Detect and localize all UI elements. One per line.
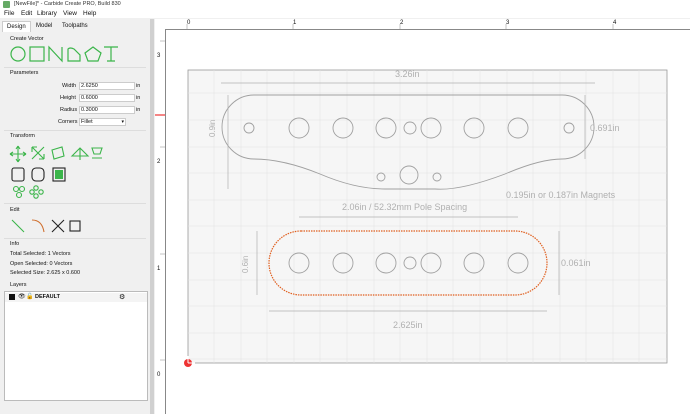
menu-edit[interactable]: Edit [21,10,32,17]
width-field[interactable]: 2.6250 [79,82,135,90]
rotate-icon[interactable] [51,146,65,160]
magnets-note: 0.195in or 0.187in Magnets [506,190,616,200]
width-label: Width [62,83,77,89]
create-vector-toolbar [10,45,118,63]
mirror-icon[interactable] [70,147,90,160]
circle-icon[interactable] [10,46,26,62]
dim-height-left: 0.9in [208,119,217,137]
corners-value: Fillet [81,119,93,125]
total-selected: Total Selected: 1 Vectors [10,251,71,257]
tab-design[interactable]: Design [2,21,31,32]
selected-size: Selected Size: 2.625 x 0.600 [10,270,81,276]
grid-array-icon[interactable] [33,185,39,191]
divider [4,67,146,68]
menu-bar: File Edit Library View Help [0,9,690,18]
join-icon[interactable] [11,219,25,233]
corners-select[interactable]: Fillet ▾ [79,118,126,126]
info-title: Info [10,241,20,247]
layers-title: Layers [10,282,27,288]
dim-right-top: 0.691in [590,123,620,133]
radius-field[interactable]: 0.3000 [79,106,135,114]
radius-unit: in [136,107,141,113]
scale-icon[interactable] [31,146,45,160]
layer-row[interactable]: 👁 🔓 DEFAULT ⚙ [5,293,147,302]
divider [4,203,146,204]
polygon-icon[interactable] [84,46,102,62]
canvas-area[interactable]: 0 1 2 3 4 3 2 1 0 3.26in 0.9in 0.691in 0… [155,19,690,414]
lock-icon[interactable]: 🔓 [26,293,33,300]
radius-label: Radius [60,107,78,113]
divider [4,130,146,131]
title-bar: [NewFile]* - Carbide Create PRO, Build 8… [0,0,690,9]
curve-icon[interactable] [67,47,81,62]
divider [4,238,146,239]
app-icon [3,1,10,8]
align-icon[interactable] [91,147,103,159]
window-title: [NewFile]* - Carbide Create PRO, Build 8… [14,1,121,7]
menu-file[interactable]: File [4,10,14,17]
stock-area [187,69,668,364]
pole-spacing: 2.06in / 52.32mm Pole Spacing [342,202,468,212]
trim-icon[interactable] [31,219,45,233]
layer-color-swatch[interactable] [9,294,15,300]
design-svg[interactable] [155,19,690,414]
cut-icon[interactable] [51,219,65,233]
layers-list: 👁 🔓 DEFAULT ⚙ [4,291,148,401]
circular-array-icon[interactable] [12,185,20,193]
rectangle-icon[interactable] [29,46,45,62]
edit-toolbar [11,219,81,233]
polyline-icon[interactable] [48,45,63,63]
menu-view[interactable]: View [63,10,77,17]
height-label: Height [60,95,76,101]
panel-scrollbar[interactable] [150,19,154,414]
transform-title: Transform [10,133,35,139]
boolean-icon[interactable] [69,220,81,232]
width-unit: in [136,83,141,89]
text-icon[interactable] [104,46,118,62]
height-field[interactable]: 0.6000 [79,94,135,102]
gear-icon[interactable]: ⚙ [119,293,125,301]
fillet-icon[interactable] [31,167,45,182]
move-icon[interactable] [9,145,27,163]
tab-toolpaths[interactable]: Toolpaths [58,21,92,31]
height-unit: in [136,95,141,101]
corners-label: Corners [58,119,78,125]
eye-icon[interactable]: 👁 [18,293,26,300]
offset-icon[interactable] [11,167,25,182]
dim-right-bottom: 0.061in [561,258,591,268]
dim-width-bottom: 2.625in [393,320,423,330]
layer-name: DEFAULT [35,294,60,300]
chevron-down-icon: ▾ [121,119,124,125]
tab-model[interactable]: Model [32,21,56,31]
transform-toolbar [9,145,103,199]
menu-help[interactable]: Help [83,10,96,17]
parameters-title: Parameters [10,70,39,76]
dim-width-top: 3.26in [395,69,420,79]
edit-title: Edit [10,207,20,213]
open-selected: Open Selected: 0 Vectors [10,261,73,267]
menu-library[interactable]: Library [37,10,57,17]
create-vector-title: Create Vector [10,36,44,42]
panel-tabs: Design Model Toolpaths [0,21,150,32]
dim-height-bottom: 0.6in [241,255,250,273]
